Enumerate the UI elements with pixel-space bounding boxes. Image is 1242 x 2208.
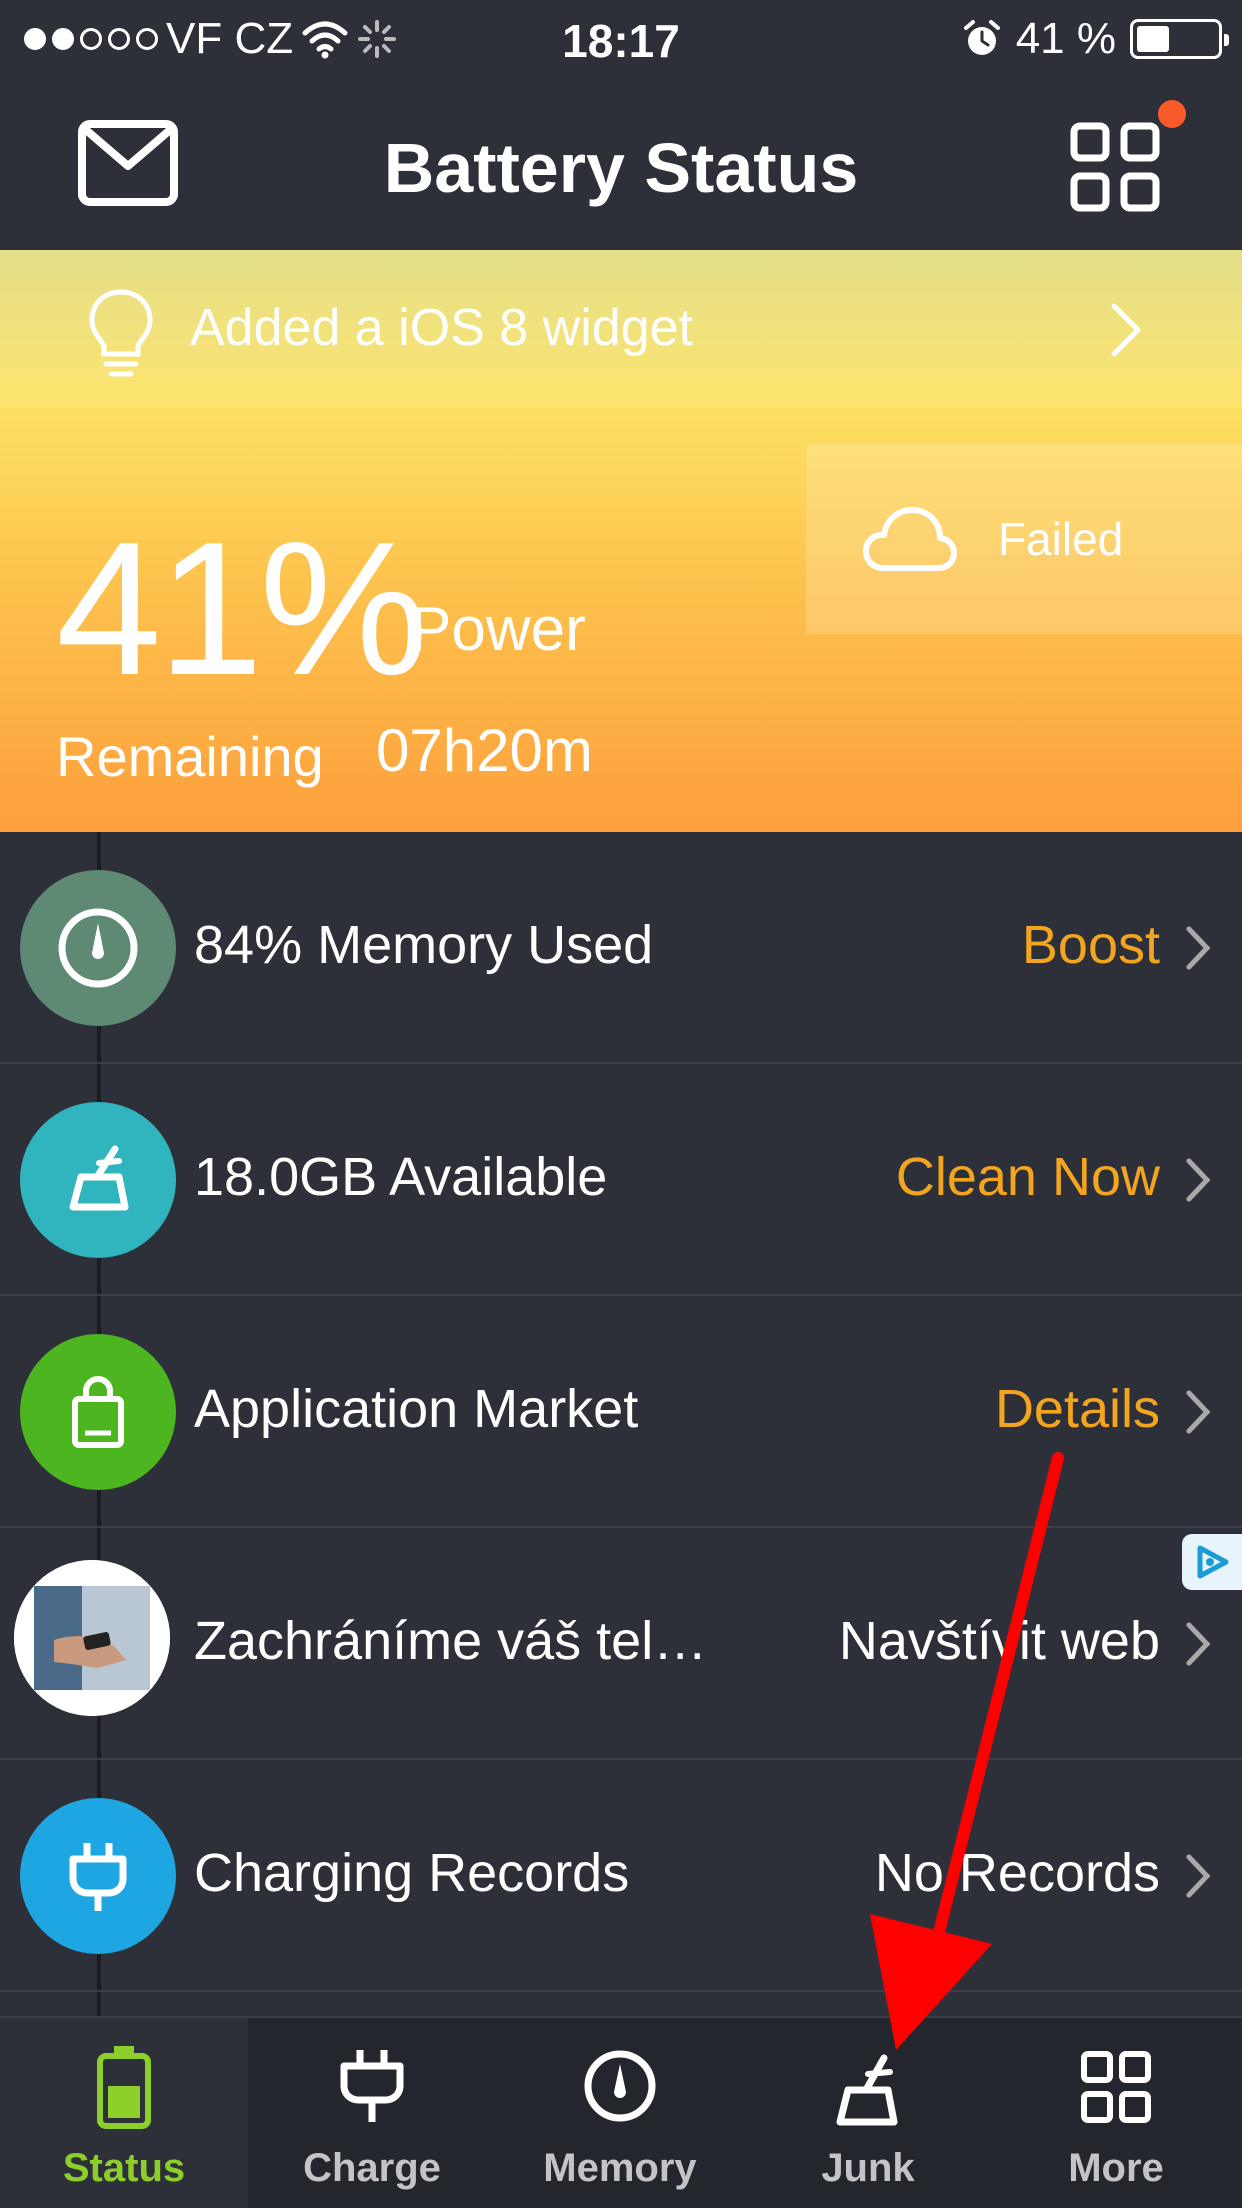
tab-junk[interactable]: Junk [744,2018,992,2208]
tab-label: Memory [543,2146,697,2190]
gauge-icon [20,870,176,1026]
widget-banner[interactable]: Added a iOS 8 widget [0,250,1242,406]
row-title: Zachráníme váš tel… [194,1611,708,1671]
widget-banner-text: Added a iOS 8 widget [190,299,693,357]
tab-label: More [1068,2146,1164,2190]
battery-percent: 41% [56,503,428,715]
battery-hero-panel: Added a iOS 8 widget Failed 41% Power Re… [0,250,1242,832]
list-row-charging[interactable]: Charging Records No Records [0,1760,1242,1992]
lightbulb-icon [89,289,153,377]
plug-icon [20,1798,176,1954]
chevron-right-icon [1186,1854,1211,1898]
tab-label: Charge [303,2146,441,2190]
broom-icon [20,1102,176,1258]
battery-icon [97,2046,151,2129]
ad-choices-icon[interactable] [1182,1534,1242,1590]
tab-status[interactable]: Status [0,2018,248,2208]
boost-link[interactable]: Boost [1022,914,1160,976]
battery-percent-label: Power [410,595,586,664]
row-title: Charging Records [194,1843,630,1903]
broom-icon [836,2054,898,2126]
grid-menu-icon[interactable] [1070,122,1160,212]
status-bar-right: 41 % [962,14,1229,64]
chevron-right-icon [1186,926,1211,970]
tab-bar: Status Charge Memory Junk More [0,2016,1242,2208]
chevron-right-icon [1111,303,1141,357]
no-records-link[interactable]: No Records [875,1842,1160,1904]
chevron-right-icon [1186,1158,1211,1202]
tab-more[interactable]: More [992,2018,1240,2208]
list-row-memory[interactable]: 84% Memory Used Boost [0,832,1242,1064]
gauge-icon [584,2050,656,2122]
battery-percentage: 41 % [1015,14,1116,63]
tab-label: Status [62,2146,186,2190]
shopping-bag-icon [20,1334,176,1490]
list-row-ad[interactable]: Zachráníme váš tel… Navštívit web [0,1528,1242,1760]
navigation-bar: Battery Status [0,84,1242,250]
row-title: 84% Memory Used [194,915,654,975]
alarm-clock-icon [963,20,1000,55]
grid-icon [1081,2051,1151,2123]
battery-icon [1130,19,1229,59]
list-row-market[interactable]: Application Market Details [0,1296,1242,1528]
status-bar: VF CZ 18:17 41 % [0,0,1242,84]
tab-charge[interactable]: Charge [248,2018,496,2208]
page-title: Battery Status [383,129,859,207]
row-title: Application Market [194,1379,639,1439]
cloud-icon [863,507,957,571]
details-link[interactable]: Details [995,1378,1160,1440]
weather-status: Failed [998,513,1124,565]
tab-memory[interactable]: Memory [496,2018,744,2208]
ad-thumbnail [14,1560,170,1716]
weather-widget[interactable]: Failed [806,444,1242,634]
plug-icon [340,2050,404,2122]
remaining-time: 07h20m [376,717,593,784]
clean-now-link[interactable]: Clean Now [896,1146,1160,1208]
notification-badge [1158,100,1186,128]
remaining-label: Remaining [56,725,324,788]
list-row-storage[interactable]: 18.0GB Available Clean Now [0,1064,1242,1296]
tab-label: Junk [821,2146,915,2190]
chevron-right-icon [1186,1622,1211,1666]
row-title: 18.0GB Available [194,1147,608,1207]
chevron-right-icon [1186,1390,1211,1434]
visit-web-link[interactable]: Navštívit web [839,1610,1160,1672]
